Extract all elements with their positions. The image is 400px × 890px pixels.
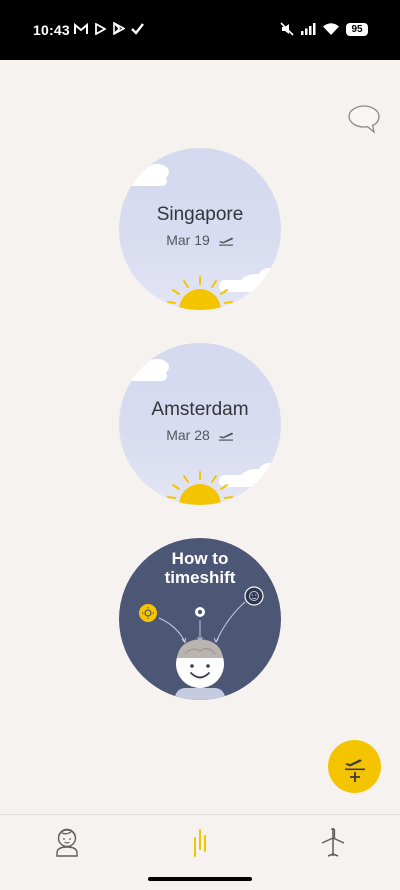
sky-illustration bbox=[119, 359, 281, 505]
trip-date: Mar 19 bbox=[166, 232, 210, 248]
trip-card-singapore[interactable]: Singapore Mar 19 bbox=[119, 148, 281, 310]
profile-face-icon bbox=[56, 828, 78, 857]
signal-icon bbox=[301, 23, 316, 35]
trip-card-amsterdam[interactable]: Amsterdam Mar 28 bbox=[119, 343, 281, 505]
home-indicator[interactable] bbox=[148, 877, 252, 881]
timeline-icon bbox=[194, 829, 206, 857]
sun-icon bbox=[139, 604, 157, 622]
bottom-navigation bbox=[0, 814, 400, 868]
nav-timeline[interactable] bbox=[180, 825, 220, 859]
cloud-icon bbox=[219, 463, 281, 487]
trip-city: Amsterdam bbox=[151, 399, 249, 420]
sleep-icon bbox=[244, 586, 264, 606]
nav-trips[interactable] bbox=[313, 825, 353, 859]
wifi-icon bbox=[323, 23, 339, 35]
trip-date: Mar 28 bbox=[166, 427, 210, 443]
how-to-timeshift-card[interactable]: How to timeshift bbox=[119, 538, 281, 700]
trip-city: Singapore bbox=[156, 204, 244, 225]
speech-bubble-icon bbox=[348, 105, 380, 134]
cloud-icon bbox=[119, 359, 169, 381]
plane-icon bbox=[321, 827, 345, 857]
smiling-face-icon bbox=[175, 639, 225, 700]
play-icon bbox=[95, 22, 106, 35]
status-time: 10:43 bbox=[33, 22, 70, 38]
check-icon bbox=[131, 22, 144, 35]
trip-date-row: Mar 28 bbox=[119, 427, 281, 443]
gmail-icon bbox=[74, 22, 88, 34]
battery-indicator: 95 bbox=[346, 22, 368, 36]
add-flight-icon bbox=[345, 759, 365, 782]
cloud-icon bbox=[219, 268, 281, 292]
plane-departure-icon bbox=[218, 432, 233, 441]
sky-illustration bbox=[119, 164, 281, 310]
system-icons: 95 bbox=[280, 22, 368, 36]
status-bar: 10:43 95 bbox=[0, 0, 400, 60]
trip-date-row: Mar 19 bbox=[119, 232, 281, 248]
chat-button[interactable] bbox=[347, 104, 381, 134]
notification-icons bbox=[74, 22, 144, 35]
how-to-title: How to timeshift bbox=[164, 549, 236, 587]
mute-icon bbox=[280, 22, 294, 36]
add-trip-button[interactable] bbox=[328, 740, 381, 793]
cloud-icon bbox=[119, 164, 169, 186]
plane-departure-icon bbox=[218, 237, 233, 246]
nav-profile[interactable] bbox=[47, 825, 87, 859]
light-icon bbox=[195, 607, 205, 617]
play-store-icon bbox=[113, 22, 125, 35]
